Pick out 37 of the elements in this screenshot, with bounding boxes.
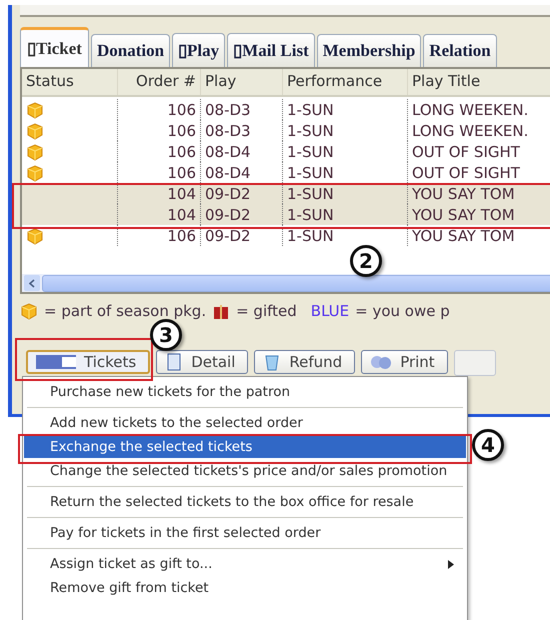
menu-item[interactable]: Change the selected tickets's price and/or sales promotion (24, 460, 466, 482)
toolbar-button[interactable]: Tickets (26, 350, 150, 374)
toolbar-button[interactable]: Print (361, 350, 448, 374)
tab[interactable]: ▯Ticket (20, 27, 89, 67)
menu-item[interactable]: Add new tickets to the selected order (24, 412, 466, 434)
table-cell: 106 (118, 225, 201, 246)
table-cell: 106 (118, 162, 201, 183)
column-header[interactable]: Order # (118, 69, 201, 95)
menu-item[interactable]: Assign ticket as gift to... (24, 553, 466, 575)
column-header[interactable]: Performance (283, 69, 408, 95)
tab[interactable]: Relation (423, 34, 497, 67)
legend-text: = part of season pkg. (44, 302, 206, 320)
table-cell: OUT OF SIGHT (408, 162, 550, 183)
table-row[interactable]: 104 09-D2 1-SUN YOU SAY TOM (22, 204, 550, 225)
menu-item[interactable]: Return the selected tickets to the box office for resale (24, 491, 466, 513)
toolbar-button[interactable]: Refund (254, 350, 356, 374)
step-number: 4 (472, 429, 504, 461)
table-cell: 1-SUN (283, 162, 408, 183)
column-header[interactable]: Play Title (408, 69, 550, 95)
column-header[interactable]: Play (201, 69, 283, 95)
legend-text: = you owe p (355, 302, 450, 320)
table-cell: 08-D4 (201, 162, 283, 183)
tab[interactable]: Membership (316, 34, 422, 67)
tab[interactable]: ▯Play (172, 33, 226, 67)
column-header[interactable]: Status (22, 69, 118, 95)
table-cell: 09-D2 (201, 225, 283, 246)
menu-item[interactable]: Purchase new tickets for the patron (24, 381, 466, 403)
menu-item[interactable]: Exchange the selected tickets (24, 436, 466, 458)
menu-item[interactable]: Remove gift from ticket (24, 577, 466, 599)
toolbar-button[interactable]: Detail (156, 350, 248, 374)
table-cell: YOU SAY TOM (408, 225, 550, 246)
menu-item[interactable]: Pay for tickets in the first selected order (24, 522, 466, 544)
tab[interactable]: Donation (90, 34, 170, 67)
legend-text: = gifted (236, 302, 297, 320)
tab[interactable]: ▯Mail List (227, 33, 315, 67)
table-row[interactable]: 104 09-D2 1-SUN YOU SAY TOM (22, 183, 550, 204)
legend-keyword: BLUE (310, 302, 350, 320)
